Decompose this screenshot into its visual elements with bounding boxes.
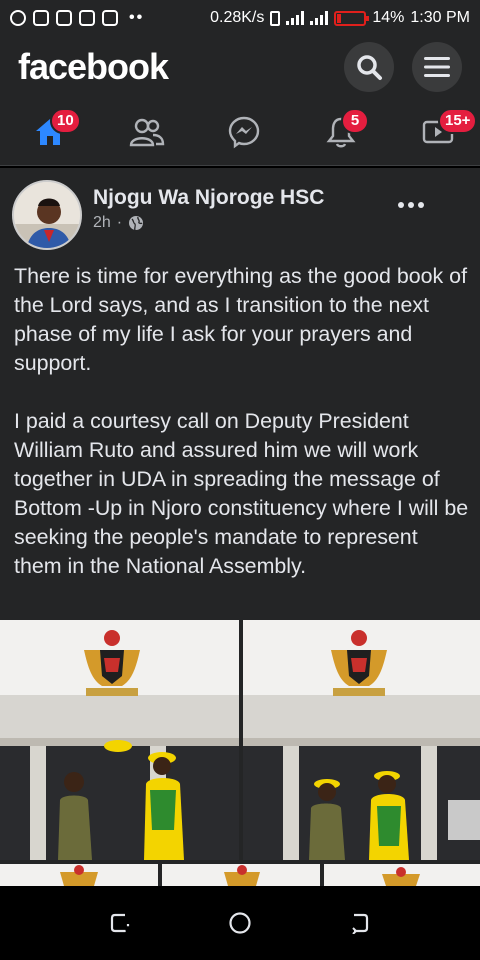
photo-5-image <box>324 864 480 886</box>
tab-messenger[interactable] <box>220 108 268 156</box>
signal-icon-2 <box>310 11 329 25</box>
tab-bar: 10 5 15+ <box>0 98 480 166</box>
tab-home-badge: 10 <box>50 107 81 134</box>
tab-notifications-badge: 5 <box>341 107 369 134</box>
post-meta: 2h · <box>93 214 144 232</box>
facebook-logo[interactable]: facebook <box>18 46 169 88</box>
post-header: Njogu Wa Njoroge HSC 2h · <box>0 168 480 252</box>
message-notification-icon <box>56 10 72 26</box>
tab-home[interactable]: 10 <box>26 107 81 156</box>
photo-3-image <box>0 864 158 886</box>
home-circle-icon <box>229 912 251 934</box>
clock: 1:30 PM <box>410 9 470 26</box>
tab-watch[interactable]: 15+ <box>414 107 478 156</box>
photo-1-image <box>0 620 239 860</box>
more-dot-icon <box>418 202 424 208</box>
messenger-icon <box>228 116 260 148</box>
post-photo-5[interactable] <box>324 864 480 886</box>
tab-watch-badge: 15+ <box>438 107 478 134</box>
hamburger-menu-icon <box>424 57 450 77</box>
tab-friends[interactable] <box>123 108 171 156</box>
more-notifications-icon: •• <box>129 9 145 26</box>
photo-4-image <box>162 864 320 886</box>
menu-button[interactable] <box>412 42 462 92</box>
post-photo-grid <box>0 620 480 886</box>
more-dot-icon <box>398 202 404 208</box>
app-notification-icon <box>33 10 49 26</box>
recents-button[interactable] <box>100 903 140 943</box>
post-options-button[interactable] <box>398 202 424 208</box>
home-nav-button[interactable] <box>220 903 260 943</box>
facebook-notification-icon <box>10 10 26 26</box>
post-photo-1[interactable] <box>0 620 239 860</box>
system-navigation-bar <box>0 886 480 960</box>
signal-icon <box>286 11 305 25</box>
instagram-notification-icon <box>79 10 95 26</box>
battery-percent: 14% <box>372 9 405 26</box>
app-header: facebook <box>0 36 480 98</box>
meta-separator: · <box>116 214 123 231</box>
post-photo-4[interactable] <box>162 864 320 886</box>
avatar-image <box>14 182 80 248</box>
network-speed: 0.28K/s <box>210 9 265 26</box>
feed-post: Njogu Wa Njoroge HSC 2h · There is time … <box>0 168 480 886</box>
post-author-name[interactable]: Njogu Wa Njoroge HSC <box>93 186 324 210</box>
friends-icon <box>129 118 165 146</box>
post-paragraph-2: I paid a courtesy call on Deputy Preside… <box>14 409 469 578</box>
back-button[interactable] <box>340 903 380 943</box>
photo-2-image <box>243 620 480 860</box>
post-paragraph-1: There is time for everything as the good… <box>14 264 468 375</box>
vibrate-icon <box>270 10 281 26</box>
author-avatar[interactable] <box>12 180 82 250</box>
status-bar: •• 0.28K/s 14% 1:30 PM <box>0 0 480 36</box>
battery-icon <box>334 10 370 26</box>
tab-notifications[interactable]: 5 <box>317 107 369 156</box>
search-icon <box>357 55 382 80</box>
post-photo-3[interactable] <box>0 864 158 886</box>
post-photo-2[interactable] <box>243 620 480 860</box>
back-icon <box>352 913 369 934</box>
recents-icon <box>110 913 130 933</box>
post-time[interactable]: 2h <box>93 214 111 232</box>
post-text: There is time for everything as the good… <box>14 262 470 581</box>
search-button[interactable] <box>344 42 394 92</box>
status-notification-icons: •• <box>10 9 144 27</box>
globe-icon <box>129 216 144 231</box>
more-dot-icon <box>408 202 414 208</box>
gallery-notification-icon <box>102 10 118 26</box>
